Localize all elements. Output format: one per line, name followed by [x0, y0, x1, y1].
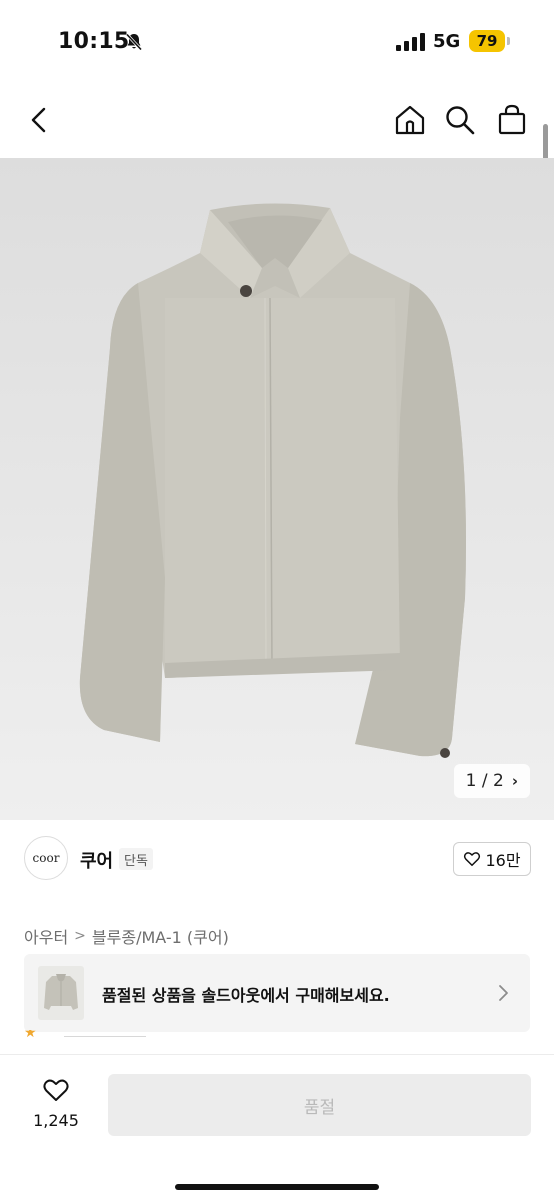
network-type: 5G: [433, 31, 461, 52]
home-indicator[interactable]: [175, 1184, 379, 1190]
partial-divider: [64, 1036, 146, 1037]
breadcrumb-outer[interactable]: 아우터: [24, 924, 68, 948]
search-icon: [446, 106, 475, 135]
chevron-left-icon: [31, 107, 46, 133]
bottom-action-bar: 1,245 품절: [0, 1054, 554, 1200]
heart-outline-icon: [43, 1079, 69, 1101]
heart-outline-icon: [464, 852, 481, 867]
breadcrumb: 아우터 > 블루종/MA-1 (쿠어): [24, 924, 229, 948]
battery-level: 79: [469, 30, 505, 52]
top-navigation: [0, 84, 554, 158]
jacket-illustration: [79, 203, 466, 758]
image-counter[interactable]: 1 / 2 ›: [453, 764, 530, 798]
shopping-bag-icon: [498, 104, 526, 135]
signal-icon: [396, 33, 425, 51]
soldout-banner[interactable]: 품절된 상품을 솔드아웃에서 구매해보세요.: [24, 954, 530, 1032]
soldout-banner-text: 품절된 상품을 솔드아웃에서 구매해보세요.: [102, 986, 390, 1005]
status-time: 10:15: [58, 29, 130, 54]
image-counter-text: 1 / 2: [465, 771, 504, 791]
brand-logo-text: coor: [32, 851, 60, 865]
jacket-thumbnail-icon: [44, 974, 78, 1010]
product-image[interactable]: 1 / 2 ›: [0, 158, 554, 820]
exclusive-badge: 단독: [119, 848, 153, 870]
battery-tip: [507, 37, 510, 45]
brand-name[interactable]: 쿠어: [80, 847, 113, 873]
home-icon: [395, 105, 425, 135]
back-button[interactable]: [22, 102, 58, 138]
brand-like-button[interactable]: 16만: [453, 842, 531, 876]
chevron-right-icon: ›: [511, 772, 518, 790]
cart-button[interactable]: [494, 102, 530, 138]
search-button[interactable]: [442, 102, 478, 138]
breadcrumb-blouson[interactable]: 블루종/MA-1 (쿠어): [92, 924, 229, 948]
chevron-right-icon: [499, 985, 508, 1001]
breadcrumb-separator: >: [74, 928, 86, 944]
wishlist-button[interactable]: 1,245: [30, 1075, 82, 1135]
partial-star-icon: ★: [24, 1030, 37, 1038]
buy-button[interactable]: 품절: [108, 1074, 531, 1136]
home-button[interactable]: [392, 102, 428, 138]
bell-slash-icon: [125, 33, 143, 51]
status-bar: 10:15 5G 79: [0, 0, 554, 84]
banner-thumbnail: [38, 966, 84, 1020]
brand-logo[interactable]: coor: [24, 836, 68, 880]
wishlist-count: 1,245: [33, 1111, 79, 1130]
brand-row: coor 쿠어 단독 16만: [0, 836, 554, 886]
brand-like-count: 16만: [485, 851, 521, 870]
